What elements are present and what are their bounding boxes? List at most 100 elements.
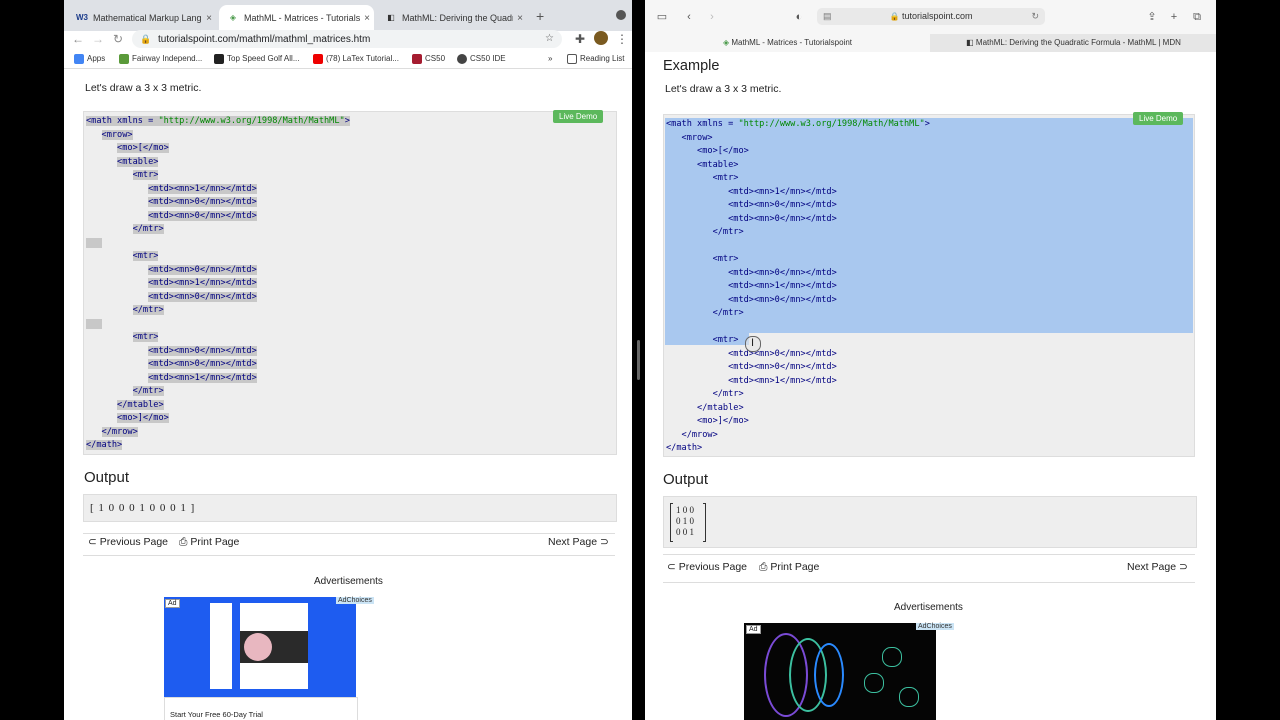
code-line: <mo>[</mo> [86, 142, 350, 156]
safari-address-bar[interactable]: ▤ 🔒 tutorialspoint.com ↻ [817, 8, 1045, 25]
matrix-row: 0 1 0 [676, 516, 694, 526]
code-line: </mtable> [86, 399, 350, 413]
code-line: <math xmlns = "http://www.w3.org/1998/Ma… [666, 118, 930, 132]
code-text: <mtd><mn>0</mn></mtd> [148, 359, 257, 369]
code-text: <mtd><mn>0</mn></mtd> [148, 345, 257, 356]
code-text: <mtr> [712, 173, 739, 183]
code-text: <mtd><mn>0</mn></mtd> [148, 197, 257, 207]
reading-list[interactable]: Reading List [567, 52, 624, 66]
new-tab-button[interactable]: + [536, 8, 544, 24]
print-page-link[interactable]: ⎙ Print Page [759, 561, 819, 574]
code-text: <mtd><mn>0</mn></mtd> [728, 294, 837, 305]
split-view-handle[interactable] [637, 340, 640, 380]
code-text: <mtd><mn>0</mn></mtd> [148, 291, 257, 302]
bookmark-apps[interactable]: Apps [74, 52, 105, 66]
code-text: <mo>]</mo> [697, 416, 749, 426]
forward-arrow-icon[interactable]: → [90, 31, 106, 47]
code-text: <mo>[</mo> [697, 146, 749, 156]
bookmark-top-speed-golf[interactable]: Top Speed Golf All... [214, 52, 300, 66]
safari-tab-mdn[interactable]: ◧ MathML: Deriving the Quadratic Formula… [931, 34, 1216, 52]
code-text: <mtd><mn>0</mn></mtd> [728, 362, 837, 372]
matrix-row: 1 0 0 [676, 505, 694, 515]
code-line: <mrow> [666, 132, 930, 146]
ad-choices[interactable]: AdChoices [916, 623, 954, 630]
bookmark-star-icon[interactable]: ☆ [545, 30, 554, 48]
code-line: <mtd><mn>0</mn></mtd> [86, 264, 350, 278]
bookmarks-overflow[interactable]: » [548, 52, 552, 66]
code-line: </math> [666, 442, 930, 456]
code-text: <mtd><mn>1</mn></mtd> [728, 281, 837, 291]
code-line: </mtr> [666, 226, 930, 240]
chevron-left-circle-icon: ⊂ [667, 561, 676, 573]
chrome-tab-w3[interactable]: W3 Mathematical Markup Languag × [68, 5, 216, 31]
previous-page-link[interactable]: ⊂ Previous Page [667, 561, 747, 573]
bookmark-cs50[interactable]: CS50 [412, 52, 445, 66]
divider [83, 555, 615, 556]
code-text: </mtable> [697, 402, 744, 413]
forward-chevron-icon[interactable]: › [705, 10, 719, 24]
chevron-right-circle-icon: ⊃ [599, 536, 609, 548]
code-line: <mtr> [86, 169, 350, 183]
close-tab-icon[interactable]: × [360, 13, 374, 24]
code-line: <mtr> [86, 331, 350, 345]
ad-caption: Start Your Free 60-Day Trial [170, 710, 263, 719]
code-text: <mo>[</mo> [117, 143, 169, 153]
chrome-menu-icon[interactable]: ⋮ [614, 31, 630, 47]
bookmark-cs50-ide[interactable]: CS50 IDE [457, 52, 506, 66]
divider [663, 582, 1195, 583]
ad-banner-image[interactable] [744, 623, 936, 720]
ad-banner-image[interactable] [164, 597, 356, 697]
live-demo-button[interactable]: Live Demo [1133, 112, 1184, 125]
code-text: </mtr> [712, 227, 744, 237]
printer-icon: ⎙ [179, 536, 188, 548]
code-text: <mtd><mn>0</mn></mtd> [728, 348, 837, 359]
chrome-page-content: Let's draw a 3 x 3 metric. <math xmlns =… [64, 68, 632, 720]
ad-caption-box[interactable]: Start Your Free 60-Day Trial [164, 697, 358, 720]
previous-page-link[interactable]: ⊂ Previous Page [88, 536, 168, 548]
code-line: <mtd><mn>0</mn></mtd> [86, 210, 350, 224]
cs50-ide-icon [457, 53, 467, 64]
safari-tab-matrices[interactable]: ◈ MathML - Matrices - Tutorialspoint [645, 34, 930, 52]
reload-icon[interactable]: ↻ [110, 31, 126, 47]
code-line: <mtd><mn>1</mn></mtd> [86, 277, 350, 291]
code-line: <mtable> [666, 159, 930, 173]
code-line: <mo>]</mo> [666, 415, 930, 429]
chrome-tab-matrices[interactable]: ◈ MathML - Matrices - Tutorialsp × [219, 5, 374, 31]
chrome-tab-title: Mathematical Markup Languag [93, 13, 202, 23]
print-page-link[interactable]: ⎙ Print Page [179, 536, 239, 549]
code-line: <mrow> [86, 129, 350, 143]
privacy-shield-icon[interactable]: ◐ [792, 10, 806, 24]
address-text: tutorialspoint.com [901, 11, 973, 21]
code-line: <mtd><mn>1</mn></mtd> [666, 375, 930, 389]
close-tab-icon[interactable]: × [202, 13, 216, 24]
omnibox[interactable]: 🔒 tutorialspoint.com/mathml/mathml_matri… [132, 30, 562, 48]
chrome-tab-mdn[interactable]: ◧ MathML: Deriving the Quadratic × [377, 5, 527, 31]
next-page-link[interactable]: Next Page ⊃ [1127, 561, 1188, 573]
share-icon[interactable]: ⇪ [1145, 10, 1159, 24]
matrix-left-bracket [670, 503, 673, 542]
tab-search-icon[interactable] [616, 10, 626, 20]
code-line: <mtr> [86, 250, 350, 264]
extensions-puzzle-icon[interactable]: ✚ [572, 31, 588, 47]
live-demo-button[interactable]: Live Demo [553, 110, 604, 123]
ad-choices[interactable]: AdChoices [336, 597, 374, 604]
reload-icon[interactable]: ↻ [1031, 8, 1039, 25]
new-tab-plus-icon[interactable]: + [1167, 10, 1181, 24]
profile-avatar[interactable] [594, 31, 608, 45]
bookmark-latex[interactable]: (78) LaTex Tutorial... [313, 52, 399, 66]
bookmark-fairway[interactable]: Fairway Independ... [119, 52, 202, 66]
back-chevron-icon[interactable]: ‹ [682, 10, 696, 24]
code-block: <math xmlns = "http://www.w3.org/1998/Ma… [83, 111, 617, 455]
code-text: <mtr> [712, 335, 739, 345]
code-text: </mrow> [101, 426, 138, 437]
page-menu-icon[interactable]: ▤ [823, 8, 832, 25]
sidebar-toggle-icon[interactable]: ▭ [655, 10, 669, 24]
code-text: <mtd><mn>1</mn></mtd> [148, 372, 257, 383]
next-page-link[interactable]: Next Page ⊃ [548, 536, 609, 548]
close-tab-icon[interactable]: × [513, 13, 527, 24]
tab-overview-icon[interactable]: ⧉ [1190, 10, 1204, 24]
code-line: <mtd><mn>0</mn></mtd> [86, 358, 350, 372]
code-text: </mtr> [132, 305, 164, 315]
back-arrow-icon[interactable]: ← [70, 31, 86, 47]
reading-list-icon [567, 53, 577, 64]
